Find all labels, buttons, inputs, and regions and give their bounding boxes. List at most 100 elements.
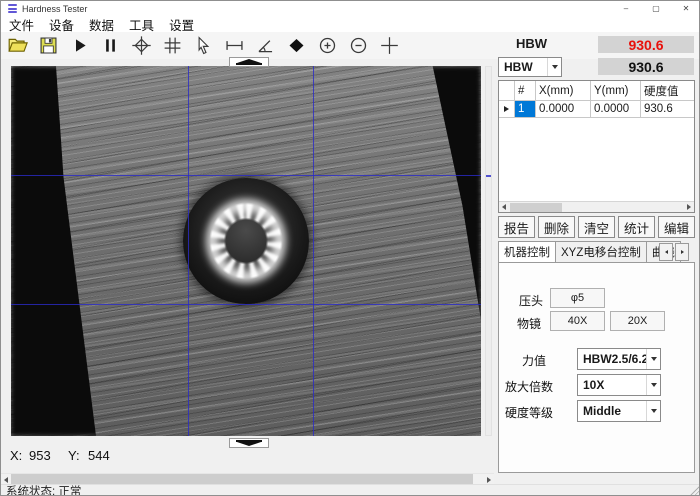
- minimize-button[interactable]: –: [611, 1, 641, 16]
- menu-item-device[interactable]: 设备: [49, 15, 74, 34]
- table-h-scrollbar[interactable]: [499, 201, 694, 212]
- app-icon: [8, 4, 17, 13]
- force-combobox-value: HBW2.5/6.25: [578, 352, 646, 366]
- scroll-left-icon: [502, 204, 506, 210]
- grade-label: 硬度等级: [505, 404, 553, 421]
- table-scrollbar-thumb[interactable]: [510, 203, 562, 212]
- center-target-button[interactable]: [130, 35, 152, 57]
- scroll-right-icon: [487, 477, 491, 483]
- magnification-label: 放大倍数: [505, 378, 553, 395]
- objective-20x-button[interactable]: 20X: [610, 311, 665, 331]
- crosshair-icon: [379, 35, 400, 56]
- start-button[interactable]: [68, 35, 90, 57]
- grid-icon: [162, 35, 183, 56]
- chevron-down-icon[interactable]: [547, 58, 561, 76]
- pointer-icon: [193, 35, 214, 56]
- zoom-in-button[interactable]: [316, 35, 338, 57]
- length-measure-button[interactable]: [223, 35, 245, 57]
- table-row[interactable]: 1 0.0000 0.0000 930.6: [499, 101, 694, 118]
- coord-x-label: X:: [10, 448, 22, 463]
- magnification-combobox[interactable]: 10X: [577, 374, 661, 396]
- tab-machine-control[interactable]: 机器控制: [498, 241, 556, 262]
- delete-button[interactable]: 删除: [538, 216, 575, 238]
- edit-button[interactable]: 编辑: [658, 216, 695, 238]
- indenter-button[interactable]: φ5: [550, 288, 605, 308]
- table-scroll-left-button[interactable]: [499, 202, 509, 212]
- open-file-button[interactable]: [6, 35, 28, 57]
- angle-measure-button[interactable]: [254, 35, 276, 57]
- top-position-marker[interactable]: [229, 57, 269, 67]
- scroll-left-icon: [4, 477, 8, 483]
- menu-bar: 文件 设备 数据 工具 设置: [1, 16, 700, 32]
- menu-item-settings[interactable]: 设置: [169, 15, 194, 34]
- menu-item-tools[interactable]: 工具: [129, 15, 154, 34]
- eraser-button[interactable]: [285, 35, 307, 57]
- pointer-button[interactable]: [192, 35, 214, 57]
- tab-scroll-right-button[interactable]: [675, 243, 689, 261]
- scale-combobox-value: HBW: [499, 60, 547, 74]
- pause-icon: [100, 35, 121, 56]
- crosshair-line-v1: [188, 66, 189, 436]
- stats-button[interactable]: 统计: [618, 216, 655, 238]
- row-pointer-icon: [504, 106, 509, 112]
- save-button[interactable]: [37, 35, 59, 57]
- tab-scroll-left-button[interactable]: [659, 243, 673, 261]
- objective-label: 物镜: [517, 315, 541, 332]
- vertical-position-track[interactable]: [485, 66, 492, 436]
- column-header-y: Y(mm): [591, 81, 641, 101]
- column-header-hardness: 硬度值: [641, 81, 694, 101]
- menu-item-file[interactable]: 文件: [9, 15, 34, 34]
- cell-index[interactable]: 1: [515, 101, 536, 118]
- status-text: 系统状态: 正常: [6, 483, 81, 496]
- maximize-button[interactable]: ▢: [641, 1, 671, 16]
- indentation-ring: [206, 199, 286, 283]
- grade-combobox[interactable]: Middle: [577, 400, 661, 422]
- open-file-icon: [7, 35, 28, 56]
- chevron-down-icon[interactable]: [646, 375, 660, 395]
- zoom-out-button[interactable]: [347, 35, 369, 57]
- indentation-mark: [183, 178, 309, 304]
- tab-xyz-stage-control[interactable]: XYZ电移台控制: [556, 241, 647, 262]
- scale-label: HBW: [516, 36, 576, 51]
- resize-grip[interactable]: [689, 485, 700, 496]
- cell-y[interactable]: 0.0000: [591, 101, 641, 118]
- row-marker-cell: [499, 101, 515, 118]
- bottom-position-marker[interactable]: [229, 438, 269, 448]
- scroll-right-icon: [681, 250, 684, 254]
- angle-measure-icon: [255, 35, 276, 56]
- zoom-in-icon: [317, 35, 338, 56]
- crosshair-button[interactable]: [378, 35, 400, 57]
- app-window: Hardness Tester – ▢ ✕ 文件 设备 数据 工具 设置: [0, 0, 700, 496]
- cell-x[interactable]: 0.0000: [536, 101, 591, 118]
- length-measure-icon: [224, 35, 245, 56]
- force-combobox[interactable]: HBW2.5/6.25: [577, 348, 661, 370]
- window-title: Hardness Tester: [22, 4, 87, 14]
- chevron-down-icon[interactable]: [646, 401, 660, 421]
- grid-button[interactable]: [161, 35, 183, 57]
- objective-40x-button[interactable]: 40X: [550, 311, 605, 331]
- menu-item-data[interactable]: 数据: [89, 15, 114, 34]
- clear-button[interactable]: 清空: [578, 216, 615, 238]
- grade-combobox-value: Middle: [578, 404, 646, 418]
- zoom-out-icon: [348, 35, 369, 56]
- toolbar: [1, 32, 700, 59]
- column-header-x: X(mm): [536, 81, 591, 101]
- table-scroll-right-button[interactable]: [684, 202, 694, 212]
- pause-button[interactable]: [99, 35, 121, 57]
- cell-hardness[interactable]: 930.6: [641, 101, 694, 118]
- camera-view[interactable]: [11, 66, 481, 436]
- magnification-combobox-value: 10X: [578, 378, 646, 392]
- status-bar: 系统状态: 正常: [1, 484, 700, 496]
- scroll-left-icon: [665, 250, 668, 254]
- save-icon: [38, 35, 59, 56]
- eraser-icon: [286, 35, 307, 56]
- secondary-hardness-display: 930.6: [598, 58, 694, 75]
- indenter-label: 压头: [519, 292, 543, 309]
- close-button[interactable]: ✕: [671, 1, 700, 16]
- report-button[interactable]: 报告: [498, 216, 535, 238]
- marker-down-icon: [237, 442, 261, 446]
- crosshair-line-h1: [11, 175, 481, 176]
- chevron-down-icon[interactable]: [646, 349, 660, 369]
- vertical-position-tick: [486, 175, 491, 177]
- scale-combobox[interactable]: HBW: [498, 57, 562, 77]
